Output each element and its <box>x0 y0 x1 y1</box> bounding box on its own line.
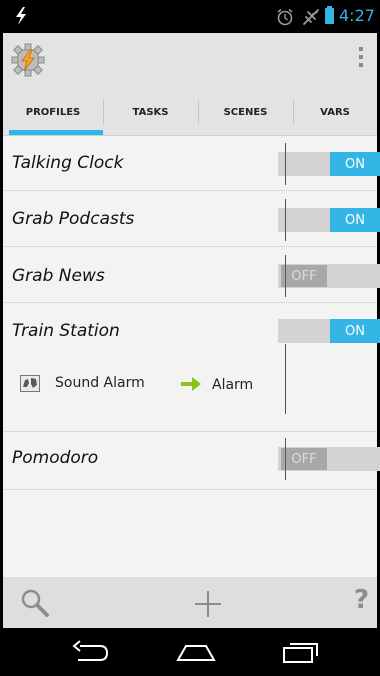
profile-row[interactable]: Grab News OFF <box>3 248 380 303</box>
toggle-off-label: OFF <box>281 448 327 470</box>
toggle-divider <box>285 255 286 297</box>
airplane-mode-icon <box>302 8 320 30</box>
battery-icon <box>325 6 334 24</box>
search-icon[interactable] <box>20 588 50 622</box>
tab-profiles[interactable]: PROFILES <box>3 88 103 136</box>
toggle-on-label: ON <box>330 319 380 343</box>
profile-toggle[interactable]: OFF <box>278 264 380 288</box>
status-bar: 4:27 <box>0 0 380 33</box>
toggle-off-label: OFF <box>281 265 327 287</box>
profile-row[interactable]: Grab Podcasts ON <box>3 192 380 247</box>
profile-name[interactable]: Pomodoro <box>12 448 98 468</box>
tab-scenes[interactable]: SCENES <box>198 88 293 136</box>
toggle-divider <box>285 438 286 480</box>
profile-row-expanded[interactable]: Train Station ON Sound Alarm Alarm <box>3 304 380 432</box>
toggle-divider <box>285 344 286 414</box>
status-time: 4:27 <box>339 6 375 25</box>
charging-bolt-icon <box>14 7 28 29</box>
map-icon <box>20 375 40 396</box>
tab-vars[interactable]: VARS <box>293 88 377 136</box>
toggle-divider <box>285 199 286 241</box>
home-icon[interactable] <box>176 640 216 668</box>
app-window: PROFILES TASKS SCENES VARS Talking Clock… <box>0 33 380 628</box>
profile-row[interactable]: Pomodoro OFF <box>3 433 380 490</box>
toggle-on-label: ON <box>330 208 380 232</box>
profile-toggle[interactable]: ON <box>278 208 380 232</box>
toggle-divider <box>285 143 286 185</box>
profile-toggle[interactable]: OFF <box>278 447 380 471</box>
profile-name[interactable]: Train Station <box>12 321 120 341</box>
bottom-action-bar: ? <box>3 577 377 628</box>
arrow-right-icon <box>180 376 202 396</box>
help-button[interactable]: ? <box>354 585 369 615</box>
system-nav-bar <box>0 628 380 676</box>
task-name[interactable]: Alarm <box>212 377 253 393</box>
alarm-icon <box>276 8 294 30</box>
selected-tab-indicator <box>9 130 103 135</box>
action-bar <box>3 33 377 88</box>
plus-icon[interactable] <box>193 589 223 623</box>
toggle-on-label: ON <box>330 152 380 176</box>
profile-row[interactable]: Talking Clock ON <box>3 137 380 191</box>
profile-toggle[interactable]: ON <box>278 319 380 343</box>
overflow-menu-icon[interactable] <box>359 47 363 71</box>
context-label[interactable]: Sound Alarm <box>55 375 145 391</box>
profile-name[interactable]: Grab News <box>12 266 105 286</box>
tab-tasks[interactable]: TASKS <box>103 88 198 136</box>
tab-bar: PROFILES TASKS SCENES VARS <box>3 88 377 136</box>
profile-name[interactable]: Talking Clock <box>12 153 123 173</box>
tasker-gear-bolt-icon[interactable] <box>11 43 45 81</box>
back-icon[interactable] <box>72 640 110 668</box>
recents-icon[interactable] <box>282 640 320 668</box>
profile-name[interactable]: Grab Podcasts <box>12 209 134 229</box>
profile-toggle[interactable]: ON <box>278 152 380 176</box>
